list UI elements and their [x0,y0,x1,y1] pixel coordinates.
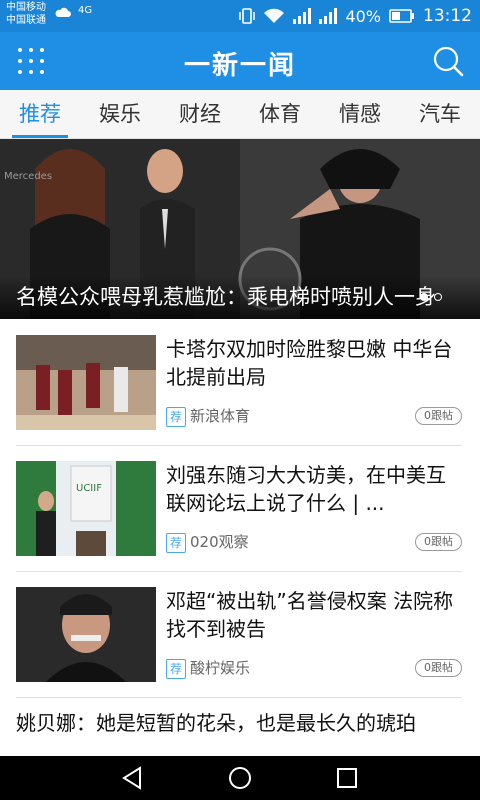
battery-icon [389,9,414,23]
svg-text:Mercedes: Mercedes [4,171,52,182]
news-title: 姚贝娜：她是短暂的花朵，也是最长久的琥珀 [16,711,416,735]
svg-text:UCIIF: UCIIF [76,483,102,494]
signal-icon-1 [293,8,312,24]
news-title: 刘强东随习大大访美，在中美互联网论坛上说了什么 | ... [166,463,446,515]
news-title: 邓超“被出轨”名誉侵权案 法院称找不到被告 [166,589,454,641]
app-header: 一新一闻 [0,32,480,90]
recommend-badge: 荐 [166,407,186,427]
hero-caption: 名模公众喂母乳惹尴尬：乘电梯时喷别人一身 [0,275,480,319]
comment-count[interactable]: 0跟帖 [415,407,462,425]
recommend-badge: 荐 [166,533,186,553]
category-tabs: 推荐 娱乐 财经 体育 情感 汽车 [0,90,480,139]
tab-finance[interactable]: 财经 [160,90,240,138]
tab-entertainment[interactable]: 娱乐 [80,90,160,138]
system-nav-bar [0,756,480,800]
hero-banner[interactable]: Mercedes 名模公众喂母乳惹尴尬：乘电梯时喷别人一身 [0,139,480,319]
news-source: 020观察 [190,533,249,551]
carrier-info: 中国移动 中国联通 [6,1,46,27]
news-thumbnail: UCIIF [16,461,156,556]
back-icon[interactable] [120,765,146,791]
tab-auto[interactable]: 汽车 [400,90,480,138]
clock: 13:12 [423,6,472,26]
comment-count[interactable]: 0跟帖 [415,533,462,551]
carousel-indicator [420,293,442,301]
battery-percent: 40% [345,6,381,26]
list-item[interactable]: 卡塔尔双加时险胜黎巴嫩 中华台北提前出局 荐 新浪体育 0跟帖 [16,319,462,446]
tab-sports[interactable]: 体育 [240,90,320,138]
carousel-dot [434,293,442,301]
carousel-dot-active [420,293,428,301]
list-item[interactable]: UCIIF 刘强东随习大大访美，在中美互联网论坛上说了什么 | ... 荐 02… [16,445,462,572]
news-thumbnail [16,335,156,430]
news-source: 酸柠娱乐 [190,659,251,677]
status-icons: 40% 13:12 [239,0,472,32]
tab-emotion[interactable]: 情感 [320,90,400,138]
news-thumbnail [16,587,156,682]
search-icon[interactable] [432,45,464,77]
news-source: 新浪体育 [190,407,251,425]
app-title: 一新一闻 [183,51,296,81]
home-icon[interactable] [227,765,253,791]
wifi-icon [264,8,285,23]
vibrate-icon [239,8,256,24]
recommend-badge: 荐 [166,659,186,679]
list-item-partial[interactable]: 姚贝娜：她是短暂的花朵，也是最长久的琥珀 [16,697,462,737]
tab-recommend[interactable]: 推荐 [0,90,80,138]
carrier-2: 中国联通 [6,15,46,26]
network-type-icon: 4G [78,5,93,16]
cloud-icon [55,7,71,17]
list-item[interactable]: 邓超“被出轨”名誉侵权案 法院称找不到被告 荐 酸柠娱乐 0跟帖 [16,571,462,698]
carrier-1: 中国移动 [6,2,46,13]
status-bar: 中国移动 中国联通 4G 40% 13:12 [0,0,480,32]
signal-icon-2 [319,8,338,24]
comment-count[interactable]: 0跟帖 [415,659,462,677]
news-title: 卡塔尔双加时险胜黎巴嫩 中华台北提前出局 [166,337,453,389]
recents-icon[interactable] [334,765,360,791]
